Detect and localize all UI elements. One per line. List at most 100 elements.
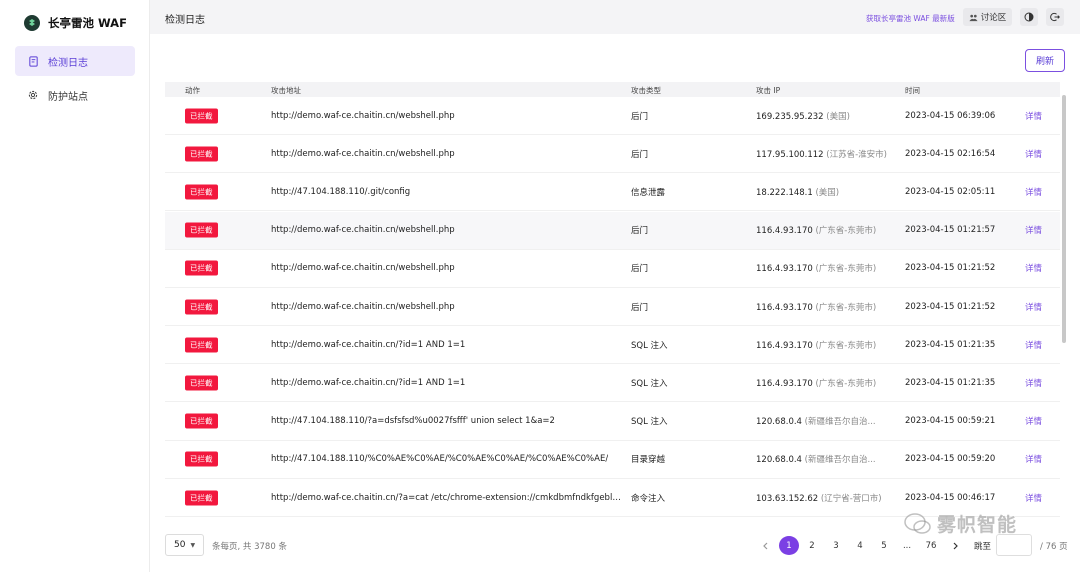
attack-ip: 116.4.93.170 (广东省-东莞市) [756,224,876,236]
attack-url: http://47.104.188.110/%C0%AE%C0%AE/%C0%A… [271,454,609,465]
attack-url: http://demo.waf-ce.chaitin.cn/webshell.p… [271,110,455,121]
attack-time: 2023-04-15 06:39:06 [905,110,996,121]
blocked-badge: 已拦截 [185,260,218,276]
attack-ip: 117.95.100.112 (江苏省-淮安市) [756,148,887,160]
chevron-left-icon [762,542,769,550]
table-row[interactable]: 已拦截 http://47.104.188.110/%C0%AE%C0%AE/%C… [165,440,1060,479]
page-button-4[interactable]: 4 [850,536,870,555]
blocked-badge: 已拦截 [185,413,218,429]
blocked-badge: 已拦截 [185,375,218,391]
column-header-time: 时间 [905,86,920,95]
total-pages-text: / 76 页 [1040,542,1068,552]
blocked-badge: 已拦截 [185,490,218,505]
table-header: 动作 攻击地址 攻击类型 攻击 IP 时间 [165,82,1060,97]
next-page-button[interactable] [945,536,965,555]
get-latest-version-link[interactable]: 获取长亭雷池 WAF 最新版 [866,13,955,24]
ip-address: 116.4.93.170 [756,378,813,389]
table-row[interactable]: 已拦截 http://demo.waf-ce.chaitin.cn/?id=1 A… [165,326,1060,365]
attack-type: SQL 注入 [631,340,668,351]
attack-url: http://demo.waf-ce.chaitin.cn/webshell.p… [271,225,455,236]
gear-icon [27,89,39,101]
attack-type: SQL 注入 [631,378,668,389]
details-link[interactable]: 详情 [1025,377,1042,389]
page-ellipsis[interactable]: ... [897,536,917,555]
attack-ip: 169.235.95.232 (美国) [756,110,850,122]
forum-button[interactable]: 讨论区 [963,8,1012,26]
attack-type: SQL 注入 [631,417,668,428]
table-row[interactable]: 已拦截 http://demo.waf-ce.chaitin.cn/webshel… [165,249,1060,288]
chevron-right-icon [952,542,959,550]
table-row[interactable]: 已拦截 http://demo.waf-ce.chaitin.cn/webshel… [165,211,1060,250]
ip-location: (广东省-东莞市) [815,226,877,237]
logout-button[interactable] [1046,8,1064,26]
page-size-select[interactable]: 50 ▼ [165,534,204,556]
page-button-1[interactable]: 1 [779,536,799,555]
table-row[interactable]: 已拦截 http://47.104.188.110/?a=dsfsfsd%u002… [165,402,1060,441]
page-button-5[interactable]: 5 [874,536,894,555]
ip-address: 169.235.95.232 [756,111,824,122]
table-row[interactable]: 已拦截 http://demo.waf-ce.chaitin.cn/webshel… [165,97,1060,135]
ip-location: (广东省-东莞市) [815,264,877,275]
sidebar-item-detection-log[interactable]: 检测日志 [15,46,135,76]
sidebar-item-protected-sites[interactable]: 防护站点 [15,80,135,110]
jump-to-label: 跳至 [974,542,992,552]
attack-ip: 18.222.148.1 (美国) [756,186,839,198]
theme-toggle-button[interactable] [1020,8,1038,26]
scrollbar-thumb[interactable] [1062,95,1066,343]
attack-type: 后门 [631,226,649,237]
details-link[interactable]: 详情 [1025,492,1042,504]
sidebar: 长亭雷池 WAF 检测日志 防护站点 [0,0,150,572]
sidebar-item-label: 检测日志 [48,57,88,69]
details-link[interactable]: 详情 [1025,453,1042,465]
details-link[interactable]: 详情 [1025,110,1042,122]
ip-address: 116.4.93.170 [756,226,813,237]
column-header-action: 动作 [185,86,200,95]
ip-address: 116.4.93.170 [756,302,813,313]
attack-url: http://47.104.188.110/?a=dsfsfsd%u0027fs… [271,416,555,427]
total-count-text: 条每页, 共 3780 条 [212,542,287,552]
table-row[interactable]: 已拦截 http://demo.waf-ce.chaitin.cn/webshel… [165,288,1060,326]
details-link[interactable]: 详情 [1025,301,1042,313]
table-row[interactable]: 已拦截 http://47.104.188.110/.git/config 信息泄露… [165,173,1060,212]
refresh-button[interactable]: 刷新 [1025,49,1065,72]
attack-ip: 120.68.0.4 (新疆维吾尔自治... [756,415,876,427]
jump-to-page-input[interactable] [996,534,1032,556]
page-title: 检测日志 [165,15,205,26]
details-link[interactable]: 详情 [1025,148,1042,160]
ip-address: 103.63.152.62 [756,493,819,504]
attack-ip: 116.4.93.170 (广东省-东莞市) [756,262,876,274]
attack-url: http://demo.waf-ce.chaitin.cn/webshell.p… [271,148,455,159]
page-button-3[interactable]: 3 [826,536,846,555]
page-button-2[interactable]: 2 [802,536,822,555]
ip-address: 117.95.100.112 [756,149,824,160]
table-row[interactable]: 已拦截 http://demo.waf-ce.chaitin.cn/?id=1 A… [165,364,1060,403]
attack-ip: 103.63.152.62 (辽宁省-营口市) [756,492,882,504]
attack-ip: 120.68.0.4 (新疆维吾尔自治... [756,453,876,465]
blocked-badge: 已拦截 [185,299,218,314]
attack-time: 2023-04-15 02:05:11 [905,186,996,197]
details-link[interactable]: 详情 [1025,186,1042,198]
attack-type: 后门 [631,149,649,160]
blocked-badge: 已拦截 [185,337,218,353]
attack-type: 信息泄露 [631,187,666,198]
ip-location: (广东省-东莞市) [815,378,877,389]
attack-time: 2023-04-15 01:21:52 [905,301,996,312]
watermark: 雾帜智能 [904,510,1017,537]
blocked-badge: 已拦截 [185,146,218,162]
document-icon [27,55,39,67]
contrast-icon [1024,12,1034,22]
prev-page-button[interactable] [755,536,775,555]
details-link[interactable]: 详情 [1025,339,1042,351]
details-link[interactable]: 详情 [1025,262,1042,274]
watermark-text: 雾帜智能 [937,514,1018,536]
ip-address: 120.68.0.4 [756,417,802,428]
table-row[interactable]: 已拦截 http://demo.waf-ce.chaitin.cn/webshel… [165,135,1060,174]
details-link[interactable]: 详情 [1025,224,1042,236]
forum-label: 讨论区 [980,13,1007,23]
brand[interactable]: 长亭雷池 WAF [24,14,127,32]
ip-address: 116.4.93.170 [756,340,813,351]
details-link[interactable]: 详情 [1025,415,1042,427]
attack-url: http://demo.waf-ce.chaitin.cn/webshell.p… [271,301,455,312]
page-button-76[interactable]: 76 [921,536,941,555]
attack-url: http://demo.waf-ce.chaitin.cn/webshell.p… [271,263,455,274]
